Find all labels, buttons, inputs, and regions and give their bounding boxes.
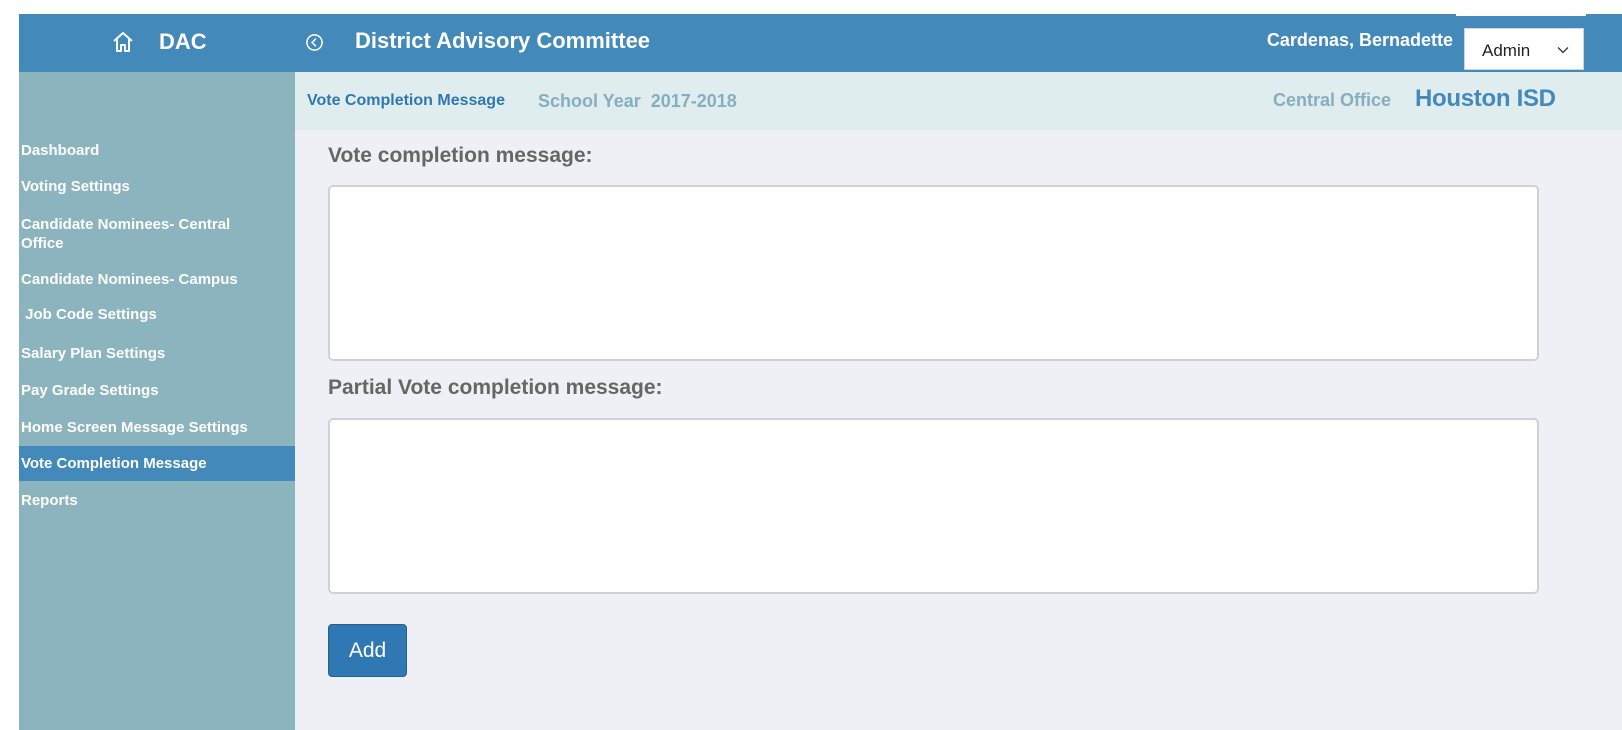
- sidebar: Dashboard Voting Settings Candidate Nomi…: [19, 72, 295, 730]
- role-select-edge: [1456, 14, 1586, 16]
- sidebar-item-dashboard[interactable]: Dashboard: [19, 141, 295, 160]
- role-dropdown-value: Admin: [1482, 41, 1531, 60]
- top-header: DAC District Advisory Committee Cardenas…: [19, 14, 1622, 72]
- chevron-down-icon: [1557, 47, 1569, 54]
- organization-logo: Houston ISD: [1415, 85, 1556, 112]
- home-icon[interactable]: [111, 30, 135, 54]
- sidebar-item-vote-completion-message[interactable]: Vote Completion Message: [19, 446, 295, 481]
- school-year: School Year 2017-2018: [538, 91, 737, 111]
- role-dropdown[interactable]: Admin: [1464, 28, 1584, 70]
- sidebar-item-candidate-nominees-campus[interactable]: Candidate Nominees- Campus: [19, 270, 295, 289]
- sidebar-item-pay-grade-settings[interactable]: Pay Grade Settings: [19, 381, 295, 400]
- sidebar-item-salary-plan-settings[interactable]: Salary Plan Settings: [19, 344, 295, 363]
- app-brand[interactable]: DAC: [159, 29, 207, 55]
- back-arrow-icon[interactable]: [305, 33, 324, 52]
- sidebar-item-reports[interactable]: Reports: [19, 491, 295, 510]
- partial-vote-completion-textarea[interactable]: [328, 418, 1539, 594]
- sidebar-item-voting-settings[interactable]: Voting Settings: [19, 177, 295, 196]
- app-title: District Advisory Committee: [355, 28, 651, 53]
- partial-vote-completion-label: Partial Vote completion message:: [328, 376, 663, 399]
- vote-completion-textarea[interactable]: [328, 185, 1539, 361]
- office-name: Central Office: [1273, 90, 1392, 110]
- add-button[interactable]: Add: [328, 624, 407, 677]
- breadcrumb[interactable]: Vote Completion Message: [307, 92, 505, 110]
- sidebar-item-home-screen-message-settings[interactable]: Home Screen Message Settings: [19, 418, 295, 437]
- vote-completion-label: Vote completion message:: [328, 144, 593, 167]
- sidebar-item-candidate-nominees-central-office[interactable]: Candidate Nominees- Central Office: [19, 215, 259, 253]
- user-name: Cardenas, Bernadette: [1266, 30, 1453, 50]
- sidebar-item-job-code-settings[interactable]: Job Code Settings: [19, 305, 295, 324]
- app-window: DAC District Advisory Committee Cardenas…: [19, 14, 1622, 730]
- page-subheader: Vote Completion Message School Year 2017…: [295, 72, 1622, 130]
